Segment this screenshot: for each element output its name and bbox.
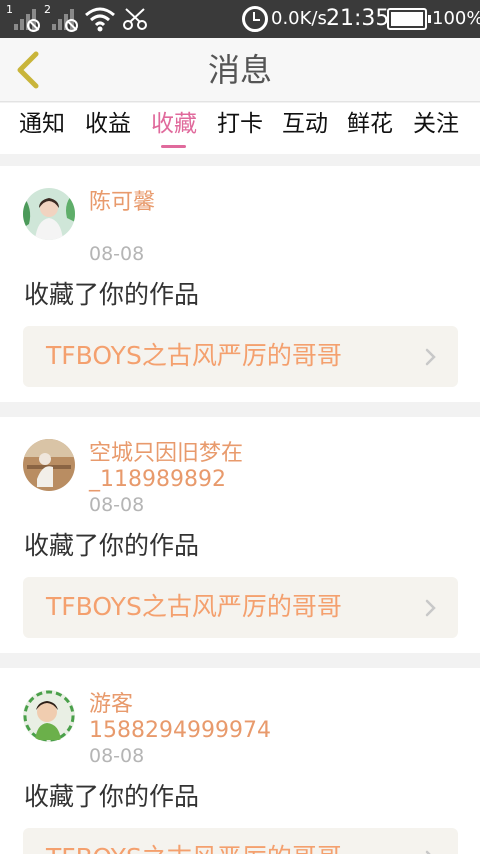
- notification-date: 08-08: [89, 494, 145, 516]
- user-name-line2[interactable]: _118989892: [89, 467, 226, 492]
- work-title: TFBOYS之古风严厉的哥哥: [46, 341, 342, 370]
- tab-favorites[interactable]: 收藏: [151, 107, 197, 141]
- notification-card: 陈可馨 08-08 收藏了你的作品 TFBOYS之古风严厉的哥哥: [0, 166, 480, 402]
- chevron-right-icon: [425, 599, 436, 617]
- sim1-signal-icon: 1: [6, 4, 40, 32]
- user-name-line2[interactable]: 1588294999974: [89, 718, 271, 743]
- page-title: 消息: [207, 51, 272, 89]
- chevron-right-icon: [425, 850, 431, 854]
- message-tabs: 通知 收益 收藏 打卡 互动 鲜花 关注: [0, 103, 480, 154]
- active-tab-indicator: [161, 145, 186, 148]
- sim2-label: 2: [44, 3, 51, 16]
- notification-action: 收藏了你的作品: [24, 782, 200, 811]
- battery-icon: [387, 8, 431, 30]
- tab-following[interactable]: 关注: [413, 107, 459, 141]
- avatar[interactable]: [23, 690, 75, 742]
- chevron-right-icon: [425, 348, 436, 366]
- user-name-line1[interactable]: 游客: [89, 692, 133, 717]
- tab-flowers[interactable]: 鲜花: [347, 107, 393, 141]
- tab-check-in[interactable]: 打卡: [217, 107, 263, 141]
- wifi-icon: [85, 7, 115, 32]
- sim2-signal-icon: 2: [44, 4, 78, 32]
- tab-interactions[interactable]: 互动: [282, 107, 328, 141]
- work-link[interactable]: TFBOYS之古风严厉的哥哥: [23, 828, 458, 854]
- work-link[interactable]: TFBOYS之古风严厉的哥哥: [23, 326, 458, 387]
- work-title: TFBOYS之古风严厉的哥哥: [46, 592, 342, 621]
- status-bar: 1 2 0.0K/s 21:35 100%: [0, 0, 480, 38]
- alarm-clock-icon: [242, 6, 268, 32]
- scissors-icon: [123, 8, 147, 30]
- title-bar: 消息: [0, 38, 480, 102]
- avatar[interactable]: [23, 439, 75, 491]
- sim1-label: 1: [6, 3, 13, 16]
- status-time: 21:35: [326, 6, 390, 31]
- work-title: TFBOYS之古风严厉的哥哥: [46, 842, 342, 854]
- tab-notifications[interactable]: 通知: [19, 107, 65, 141]
- notification-card: 游客 1588294999974 08-08 收藏了你的作品 TFBOYS之古风…: [0, 668, 480, 854]
- network-speed: 0.0K/s: [271, 8, 327, 29]
- battery-percent: 100%: [432, 8, 480, 29]
- user-name[interactable]: 陈可馨: [89, 190, 155, 215]
- notification-date: 08-08: [89, 745, 145, 767]
- work-link[interactable]: TFBOYS之古风严厉的哥哥: [23, 577, 458, 638]
- avatar[interactable]: [23, 188, 75, 240]
- notification-action: 收藏了你的作品: [24, 531, 200, 560]
- notification-date: 08-08: [89, 243, 145, 265]
- notification-card: 空城只因旧梦在 _118989892 08-08 收藏了你的作品 TFBOYS之…: [0, 417, 480, 653]
- user-name-line1[interactable]: 空城只因旧梦在: [89, 441, 243, 466]
- notification-action: 收藏了你的作品: [24, 280, 200, 309]
- tab-earnings[interactable]: 收益: [85, 107, 131, 141]
